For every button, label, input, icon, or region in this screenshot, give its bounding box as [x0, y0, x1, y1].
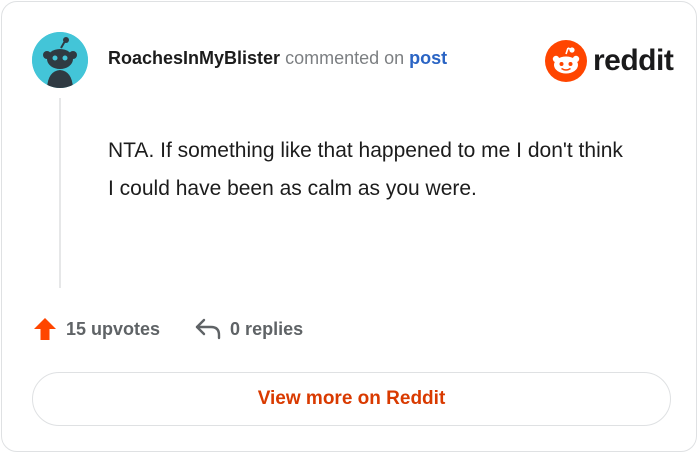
comment-body: NTA. If something like that happened to … — [108, 139, 623, 200]
user-avatar[interactable] — [32, 32, 88, 88]
upvotes-stat[interactable]: 15 upvotes — [32, 316, 160, 342]
comment-stats: 15 upvotes 0 replies — [32, 314, 303, 344]
reddit-comment-embed: RoachesInMyBlister commented on post red… — [1, 1, 697, 452]
comment-header: RoachesInMyBlister commented on post — [108, 48, 447, 69]
username[interactable]: RoachesInMyBlister — [108, 48, 280, 68]
snoo-avatar-icon — [32, 32, 88, 88]
thread-line — [59, 98, 61, 288]
reddit-logo[interactable]: reddit — [545, 40, 674, 82]
replies-count: 0 replies — [230, 318, 304, 339]
post-link[interactable]: post — [409, 48, 447, 68]
reply-arrow-icon — [195, 318, 221, 340]
comment-action-text: commented on — [285, 48, 405, 68]
reddit-wordmark: reddit — [593, 44, 674, 77]
upvotes-count: 15 upvotes — [66, 318, 161, 339]
view-more-button[interactable]: View more on Reddit — [32, 372, 671, 426]
replies-stat[interactable]: 0 replies — [194, 317, 303, 341]
reddit-logo-icon — [545, 40, 587, 82]
upvote-arrow-icon — [34, 318, 56, 340]
